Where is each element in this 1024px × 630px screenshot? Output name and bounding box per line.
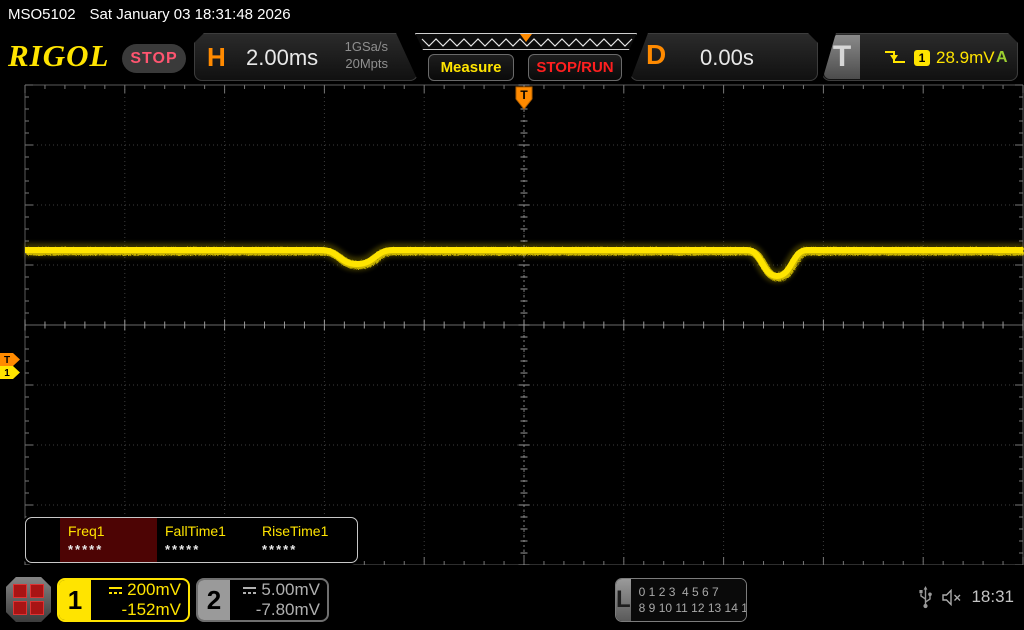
trigger-level-letter: T <box>4 355 10 366</box>
channel-2-offset: -7.80mV <box>255 600 320 619</box>
measurement-label: FallTime1 <box>165 523 226 539</box>
apps-menu-button[interactable] <box>6 577 51 622</box>
sample-rate-block: 1GSa/s 20Mpts <box>345 39 388 73</box>
graticule: T T 1 <box>0 84 1024 566</box>
channel-1-offset: -152mV <box>121 600 181 619</box>
channel-1-marker-number: 1 <box>4 368 10 379</box>
top-status-bar: MSO5102 Sat January 03 18:31:48 2026 <box>0 0 1024 28</box>
falling-edge-icon <box>885 51 905 63</box>
trigger-level-value: 28.9mV <box>936 48 995 67</box>
memory-trigger-position-icon <box>520 34 532 42</box>
trigger-level-marker[interactable]: T <box>0 353 20 366</box>
header-bar: RIGOL STOP H 2.00ms 1GSa/s 20Mpts Measur… <box>0 28 1024 84</box>
delay-panel[interactable]: D 0.00s <box>630 33 818 81</box>
trigger-source-badge: 1 <box>914 50 930 66</box>
channel-2-number: 2 <box>198 580 230 620</box>
bottom-status-bar: 1 200mV -152mV 2 5.00mV -7.80mV L 0 1 2 … <box>0 565 1024 630</box>
sample-rate: 1GSa/s <box>344 39 388 54</box>
apps-grid-icon <box>13 584 27 598</box>
usb-icon <box>919 586 933 609</box>
trigger-label: T <box>824 35 860 79</box>
channel-1-number: 1 <box>59 580 91 620</box>
logic-analyzer-badge[interactable]: L 0 1 2 3 4 5 6 7 8 9 10 11 12 13 14 15 <box>615 578 747 622</box>
measurement-item-falltime1[interactable]: FallTime1 ***** <box>157 518 254 562</box>
trigger-panel[interactable]: T 1 28.9mV A <box>822 33 1018 81</box>
horizontal-label: H <box>207 42 226 72</box>
logic-analyzer-label: L <box>616 579 631 621</box>
channel-2-badge[interactable]: 2 5.00mV -7.80mV <box>196 578 329 622</box>
apps-grid-icon <box>13 601 27 615</box>
grid-lines <box>24 84 1024 566</box>
memory-waveform-strip[interactable] <box>415 33 637 50</box>
model-name: MSO5102 <box>8 5 76 23</box>
apps-grid-icon <box>30 584 44 598</box>
channel-1-scale: 200mV <box>127 580 181 600</box>
delay-label: D <box>646 39 667 70</box>
trigger-position-letter: T <box>520 88 528 102</box>
trigger-mode: A <box>996 49 1008 66</box>
measure-button[interactable]: Measure <box>428 54 514 81</box>
channel-2-scale: 5.00mV <box>261 580 320 600</box>
sound-muted-icon[interactable] <box>941 588 963 606</box>
rigol-logo: RIGOL <box>8 38 110 73</box>
measurement-item-risetime1[interactable]: RiseTime1 ***** <box>254 518 351 562</box>
measurement-value: ***** <box>68 542 104 557</box>
channel-1-ground-marker[interactable]: 1 <box>0 366 20 379</box>
memory-depth: 20Mpts <box>345 55 388 71</box>
dc-coupling-icon <box>243 586 257 594</box>
dc-coupling-icon <box>109 586 123 594</box>
logic-channels-row2: 8 9 10 11 12 13 14 15 <box>638 601 747 615</box>
apps-grid-icon <box>30 601 44 615</box>
measurement-value: ***** <box>262 542 298 557</box>
channel-1-badge[interactable]: 1 200mV -152mV <box>57 578 190 622</box>
acquisition-status-badge[interactable]: STOP <box>122 44 186 73</box>
trigger-position-marker[interactable]: T <box>515 86 533 110</box>
timebase-value: 2.00ms <box>246 45 319 70</box>
measurement-label: RiseTime1 <box>262 523 329 539</box>
datetime-text: Sat January 03 18:31:48 2026 <box>89 5 291 23</box>
clock-text: 18:31 <box>971 587 1014 606</box>
measurement-panel[interactable]: Freq1 ***** FallTime1 ***** RiseTime1 **… <box>25 517 358 563</box>
logic-channels-row1: 0 1 2 3 4 5 6 7 <box>638 584 719 599</box>
measurement-value: ***** <box>165 542 201 557</box>
delay-value: 0.00s <box>700 45 754 70</box>
stop-run-button[interactable]: STOP/RUN <box>528 54 622 81</box>
measurement-label: Freq1 <box>68 523 105 539</box>
ch1-waveform <box>25 243 1023 284</box>
horizontal-panel[interactable]: H 2.00ms 1GSa/s 20Mpts <box>194 33 418 81</box>
measurement-item-freq1[interactable]: Freq1 ***** <box>60 518 157 562</box>
